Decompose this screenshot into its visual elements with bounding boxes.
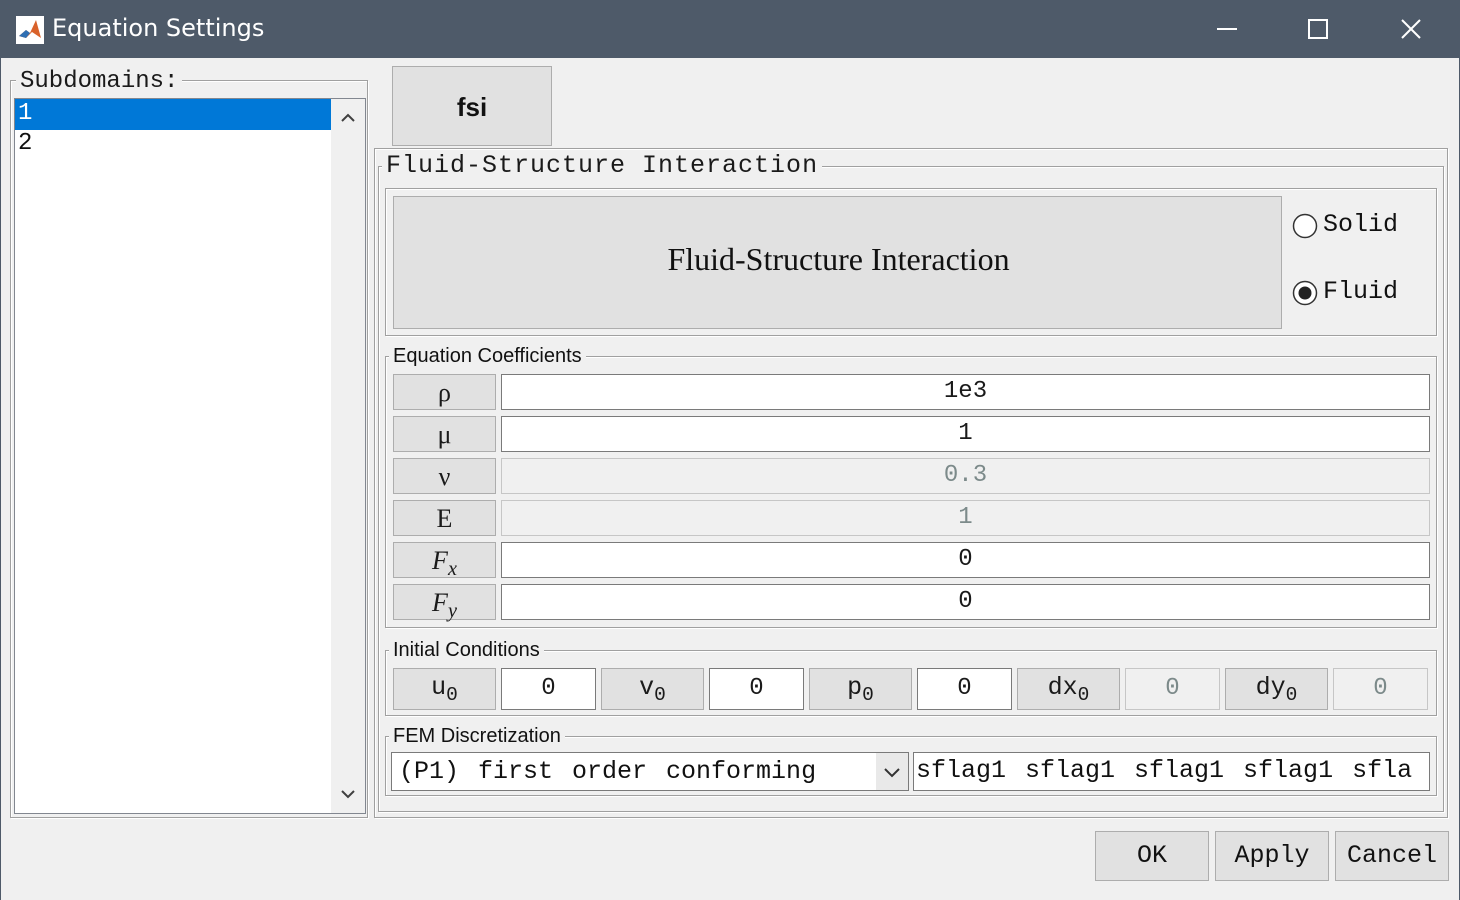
initial-conditions-legend: Initial Conditions xyxy=(389,639,544,662)
coefficient-label: E xyxy=(393,500,496,536)
fem-dropdown-value: (P1) first order conforming xyxy=(399,757,817,786)
initial-condition-label: dx0 xyxy=(1017,668,1120,710)
physics-banner: Fluid-Structure Interaction xyxy=(393,196,1282,329)
scroll-up-arrow-icon[interactable] xyxy=(331,99,365,135)
initial-condition-input[interactable]: 0 xyxy=(917,668,1012,710)
chevron-down-icon[interactable] xyxy=(876,753,908,790)
initial-condition-label: p0 xyxy=(809,668,912,710)
initial-condition-input[interactable]: 0 xyxy=(501,668,596,710)
coefficient-label: Fx xyxy=(393,542,496,580)
minimize-button[interactable] xyxy=(1180,0,1272,58)
window-title: Equation Settings xyxy=(52,14,265,42)
coefficient-input[interactable]: 1e3 xyxy=(501,374,1430,410)
fem-dropdown[interactable]: (P1) first order conforming xyxy=(391,752,909,791)
radio-fluid-label: Fluid xyxy=(1323,277,1399,306)
coefficient-label: Fy xyxy=(393,584,496,622)
coefficient-label: ν xyxy=(393,458,496,494)
initial-condition-input[interactable]: 0 xyxy=(1333,668,1428,710)
coefficient-input[interactable]: 1 xyxy=(501,500,1430,536)
coefficient-input[interactable]: 0.3 xyxy=(501,458,1430,494)
initial-condition-input[interactable]: 0 xyxy=(1125,668,1220,710)
coefficient-input[interactable]: 1 xyxy=(501,416,1430,452)
close-button[interactable] xyxy=(1364,0,1456,58)
radio-solid[interactable]: Solid xyxy=(1292,210,1432,244)
subdomains-legend: Subdomains: xyxy=(16,68,183,95)
coefficients-legend: Equation Coefficients xyxy=(389,345,586,368)
initial-condition-label: dy0 xyxy=(1225,668,1328,710)
apply-button[interactable]: Apply xyxy=(1215,831,1329,881)
shape-flags-field[interactable]: sflag1 sflag1 sflag1 sflag1 sfla xyxy=(913,752,1430,791)
title-bar: Equation Settings xyxy=(0,0,1460,58)
radio-fluid[interactable]: Fluid xyxy=(1292,277,1432,311)
physics-legend: Fluid-Structure Interaction xyxy=(382,151,823,180)
shape-flags-value: sflag1 sflag1 sflag1 sflag1 sfla xyxy=(916,756,1413,785)
ok-button[interactable]: OK xyxy=(1095,831,1209,881)
matlab-app-icon xyxy=(16,16,44,44)
maximize-button[interactable] xyxy=(1272,0,1364,58)
initial-condition-label: v0 xyxy=(601,668,704,710)
scroll-down-arrow-icon[interactable] xyxy=(331,777,365,813)
scrollbar[interactable] xyxy=(331,99,365,813)
coefficient-label: ρ xyxy=(393,374,496,410)
initial-condition-input[interactable]: 0 xyxy=(709,668,804,710)
initial-condition-label: u0 xyxy=(393,668,496,710)
radio-solid-label: Solid xyxy=(1323,210,1399,239)
tab-fsi[interactable]: fsi xyxy=(392,66,552,146)
coefficient-input[interactable]: 0 xyxy=(501,584,1430,620)
cancel-button[interactable]: Cancel xyxy=(1335,831,1449,881)
subdomain-listbox[interactable]: 12 xyxy=(14,98,366,814)
list-item[interactable]: 2 xyxy=(15,129,331,160)
coefficient-input[interactable]: 0 xyxy=(501,542,1430,578)
fem-legend: FEM Discretization xyxy=(389,725,565,748)
window-border-left xyxy=(0,58,1,900)
list-item[interactable]: 1 xyxy=(15,99,331,130)
coefficient-label: μ xyxy=(393,416,496,452)
physics-banner-text: Fluid-Structure Interaction xyxy=(667,241,1010,277)
